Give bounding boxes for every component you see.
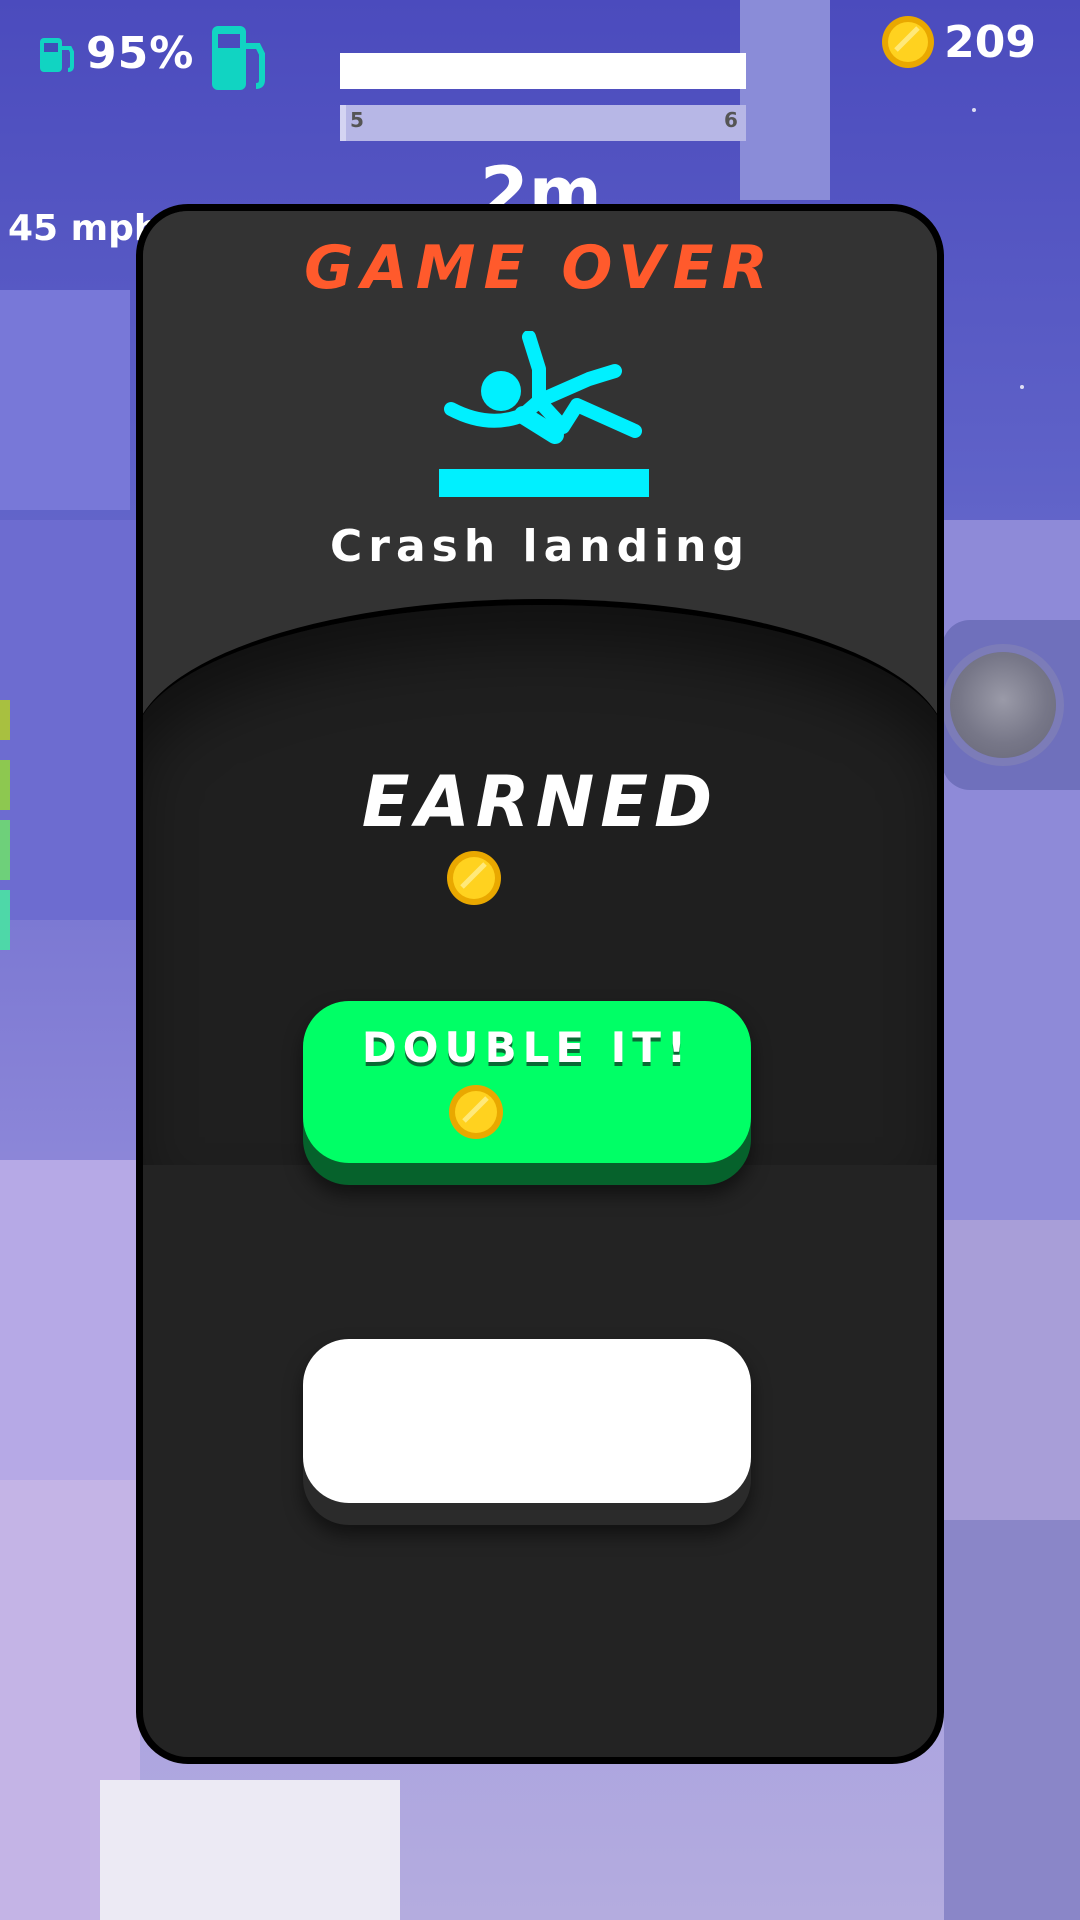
fuel-pump-icon <box>40 37 74 72</box>
falling-person-icon <box>439 331 649 497</box>
earned-heading: EARNED <box>361 761 719 843</box>
fuel-percent: 95% <box>86 28 195 79</box>
double-it-button-face[interactable]: DOUBLE IT! <box>303 1001 751 1163</box>
level-progress-bar <box>340 53 746 89</box>
double-it-label: DOUBLE IT! <box>361 1023 693 1072</box>
fuel-pump-icon <box>212 26 265 90</box>
joystick-knob[interactable] <box>950 652 1056 758</box>
game-over-title: GAME OVER <box>304 233 776 303</box>
double-it-button[interactable]: DOUBLE IT! <box>303 1001 751 1185</box>
coin-icon <box>447 851 501 905</box>
level-end-number: 6 <box>724 108 738 132</box>
level-track <box>340 105 746 141</box>
coin-icon <box>882 16 935 68</box>
level-start-number: 5 <box>350 108 364 132</box>
coin-count: 209 <box>944 16 1036 68</box>
coin-icon <box>449 1085 503 1139</box>
continue-button-face[interactable] <box>303 1339 751 1503</box>
crash-reason: Crash landing <box>329 521 750 572</box>
game-over-panel: GAME OVER Crash landing EARNED DOUBLE IT… <box>136 204 944 1764</box>
fuel-indicator: 95% <box>38 28 194 79</box>
coin-counter: 209 <box>880 14 1036 70</box>
continue-button[interactable] <box>303 1339 751 1525</box>
